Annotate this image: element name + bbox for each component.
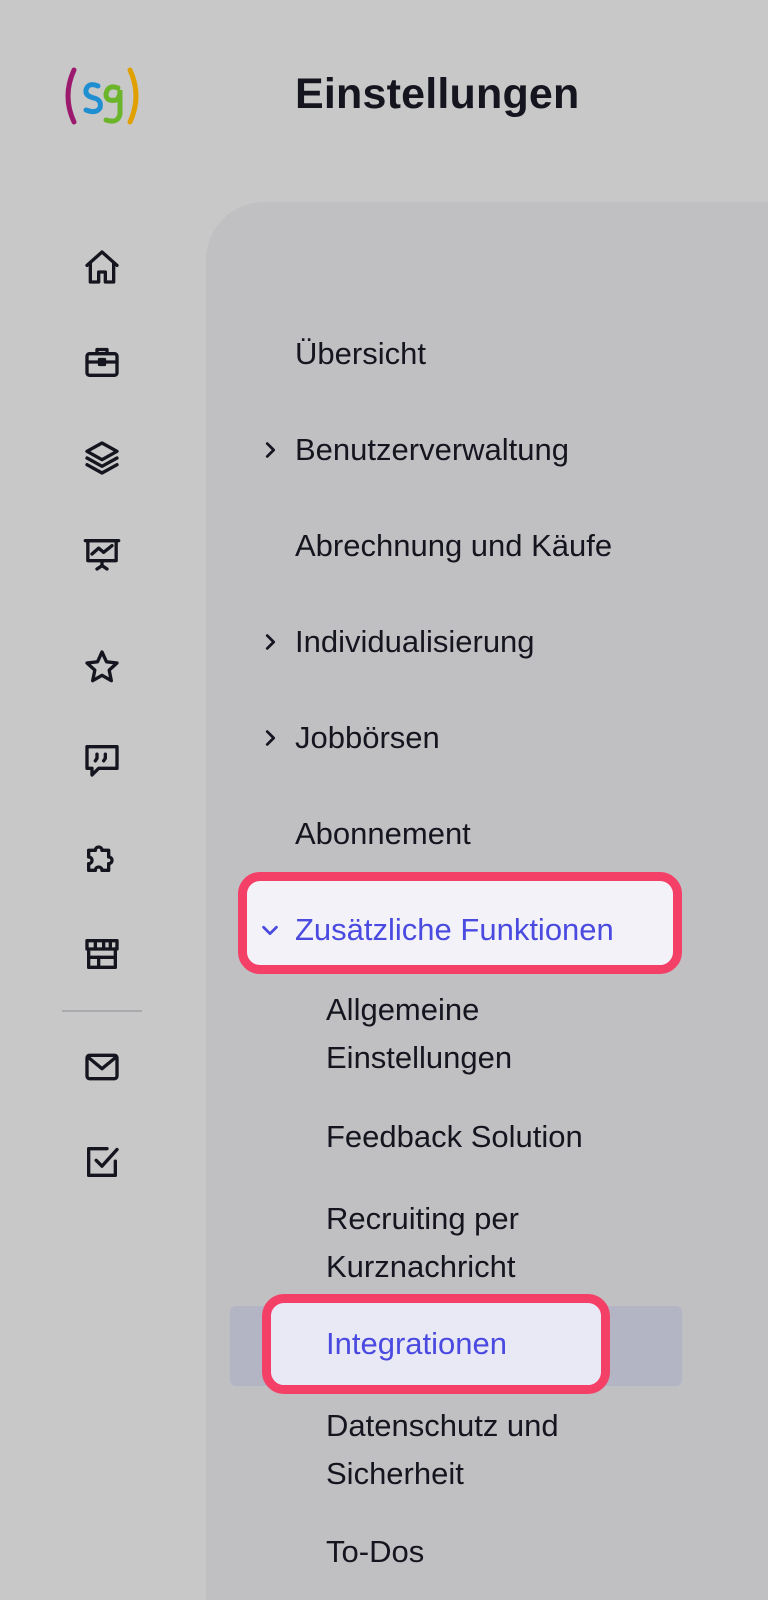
nav-item-abonnement[interactable]: Abonnement	[295, 814, 471, 854]
presentation-chart-icon[interactable]	[80, 532, 124, 576]
rail-divider	[62, 1010, 142, 1012]
sub-item-label-line1: Integrationen	[326, 1326, 507, 1361]
sub-item-label-line2: Kurznachricht	[326, 1249, 516, 1284]
sub-item-todos[interactable]: To-Dos	[326, 1528, 424, 1576]
sub-item-label-line2: Einstellungen	[326, 1040, 513, 1075]
layers-icon[interactable]	[80, 436, 124, 480]
nav-item-label: Abonnement	[295, 816, 471, 851]
nav-item-label: Individualisierung	[295, 624, 535, 659]
nav-item-benutzerverwaltung[interactable]: Benutzerverwaltung	[265, 430, 569, 470]
puzzle-icon[interactable]	[80, 835, 124, 879]
sub-item-label-line1: Recruiting per	[326, 1201, 519, 1236]
nav-item-uebersicht[interactable]: Übersicht	[295, 334, 426, 374]
chevron-right-icon	[259, 631, 281, 653]
sub-item-label-line1: To-Dos	[326, 1534, 425, 1569]
sub-item-label-line1: Feedback Solution	[326, 1119, 583, 1154]
home-icon[interactable]	[80, 245, 124, 289]
sub-item-allgemeine-einstellungen[interactable]: Allgemeine Einstellungen	[326, 986, 512, 1082]
nav-item-abrechnung[interactable]: Abrechnung und Käufe	[295, 526, 612, 566]
checkbox-icon[interactable]	[80, 1140, 124, 1184]
sub-item-label-line1: Datenschutz und	[326, 1408, 559, 1443]
sub-item-label-line1: Allgemeine	[326, 992, 480, 1027]
chevron-right-icon	[259, 727, 281, 749]
nav-item-individualisierung[interactable]: Individualisierung	[265, 622, 535, 662]
quote-chat-icon[interactable]	[80, 738, 124, 782]
sub-item-datenschutz-sicherheit[interactable]: Datenschutz und Sicherheit	[326, 1402, 559, 1498]
sub-item-feedback-solution[interactable]: Feedback Solution	[326, 1113, 583, 1161]
nav-item-label: Übersicht	[295, 336, 426, 371]
sub-item-recruiting-kurznachricht[interactable]: Recruiting per Kurznachricht	[326, 1195, 519, 1291]
sub-item-label-line2: Sicherheit	[326, 1456, 464, 1491]
nav-item-label: Zusätzliche Funktionen	[295, 912, 614, 947]
mail-icon[interactable]	[80, 1045, 124, 1089]
chevron-right-icon	[259, 439, 281, 461]
sub-item-integrationen[interactable]: Integrationen	[326, 1320, 507, 1368]
nav-item-jobboersen[interactable]: Jobbörsen	[265, 718, 440, 758]
store-icon[interactable]	[80, 932, 124, 976]
nav-item-zusaetzliche-funktionen[interactable]: Zusätzliche Funktionen	[262, 910, 614, 950]
icon-rail	[0, 0, 200, 1600]
nav-item-label: Benutzerverwaltung	[295, 432, 569, 467]
chevron-down-icon	[259, 919, 281, 941]
nav-item-label: Abrechnung und Käufe	[295, 528, 613, 563]
briefcase-icon[interactable]	[80, 340, 124, 384]
nav-item-label: Jobbörsen	[295, 720, 440, 755]
page-title: Einstellungen	[295, 70, 580, 118]
star-icon[interactable]	[80, 645, 124, 689]
